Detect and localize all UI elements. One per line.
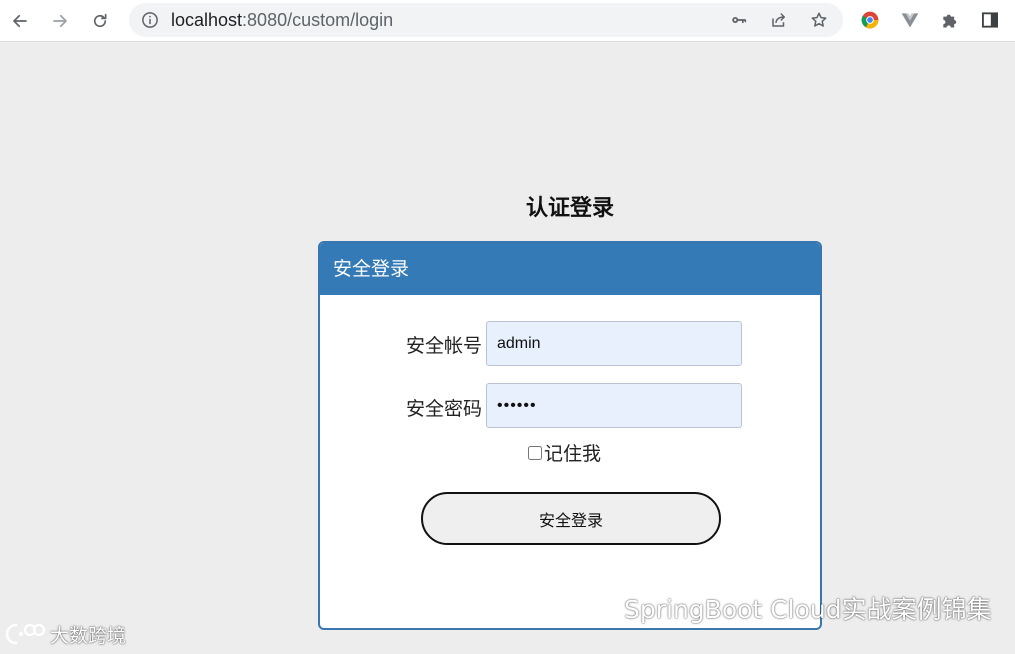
side-panel-icon bbox=[982, 12, 998, 28]
password-input[interactable] bbox=[486, 383, 742, 428]
password-label: 安全密码 bbox=[405, 398, 482, 420]
url-host: localhost bbox=[171, 10, 243, 30]
puzzle-icon bbox=[943, 14, 957, 28]
watermark-dashujuajing: 大数跨境 bbox=[6, 620, 126, 648]
panel-header: 安全登录 bbox=[320, 243, 820, 295]
brand-logo-icon bbox=[6, 623, 46, 645]
login-panel: 安全登录 安全帐号 安全密码 记住我 安全登录 bbox=[318, 241, 822, 630]
vue-logo-icon bbox=[901, 13, 919, 28]
share-button[interactable] bbox=[769, 10, 789, 30]
star-icon bbox=[811, 12, 827, 27]
username-label: 安全帐号 bbox=[405, 335, 482, 357]
remember-me: 记住我 bbox=[528, 439, 601, 466]
chrome-extension-button[interactable] bbox=[859, 9, 881, 31]
arrow-left-icon bbox=[13, 14, 27, 28]
key-icon bbox=[732, 17, 747, 23]
reload-icon bbox=[93, 13, 107, 28]
extensions-button[interactable] bbox=[939, 9, 961, 31]
watermark-right-text: SpringBoot Cloud实战案例锦集 bbox=[624, 595, 992, 624]
forward-button[interactable] bbox=[46, 7, 74, 35]
username-input[interactable] bbox=[486, 321, 742, 366]
remember-me-label: 记住我 bbox=[544, 443, 602, 465]
back-button[interactable] bbox=[6, 7, 34, 35]
remember-me-checkbox[interactable] bbox=[528, 445, 542, 460]
side-panel-button[interactable] bbox=[979, 9, 1001, 31]
bookmark-button[interactable] bbox=[809, 10, 829, 30]
info-icon[interactable] bbox=[141, 11, 159, 29]
password-key-button[interactable] bbox=[729, 10, 749, 30]
url-text[interactable]: localhost:8080/custom/login bbox=[171, 9, 393, 31]
watermark-left-text: 大数跨境 bbox=[50, 624, 127, 647]
browser-toolbar: localhost:8080/custom/login bbox=[0, 0, 1015, 42]
wechat-logo-icon bbox=[573, 592, 616, 623]
arrow-right-icon bbox=[53, 14, 67, 28]
chrome-logo-icon bbox=[861, 11, 879, 29]
address-bar[interactable]: localhost:8080/custom/login bbox=[129, 3, 843, 37]
watermark-springboot: SpringBoot Cloud实战案例锦集 bbox=[572, 590, 992, 626]
page-title: 认证登录 bbox=[525, 196, 614, 221]
share-icon bbox=[772, 13, 785, 27]
vue-extension-button[interactable] bbox=[899, 9, 921, 31]
url-path: :8080/custom/login bbox=[242, 10, 394, 30]
login-button[interactable]: 安全登录 bbox=[421, 492, 721, 545]
reload-button[interactable] bbox=[86, 7, 114, 35]
